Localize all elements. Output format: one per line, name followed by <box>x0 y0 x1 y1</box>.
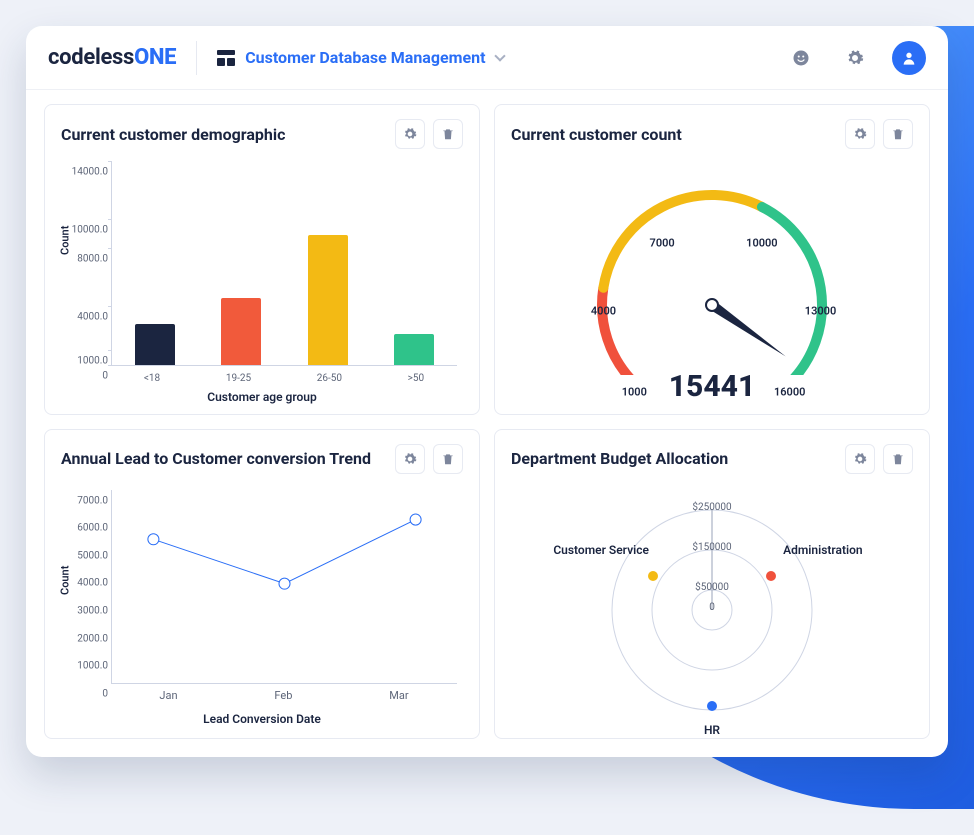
y-tick: 8000.0 <box>66 254 108 265</box>
smile-icon <box>792 49 810 67</box>
gear-icon <box>853 452 867 466</box>
card-count: Current customer count 15441 1000 4000 700… <box>494 104 930 415</box>
workspace-icon <box>217 50 235 66</box>
r-tick: $50000 <box>695 582 729 593</box>
y-tick: 1000.0 <box>66 355 108 366</box>
profile-button[interactable] <box>892 41 926 75</box>
bar-chart: Count 01000.04000.08000.010000.014000.0 … <box>61 155 463 406</box>
dashboard-grid: Current customer demographic Count 01000… <box>26 90 948 757</box>
y-tick: 0 <box>66 370 108 381</box>
card-title: Department Budget Allocation <box>511 449 837 468</box>
gear-icon <box>846 49 864 67</box>
x-axis-label: Lead Conversion Date <box>61 712 463 726</box>
y-tick: 5000.0 <box>66 550 108 561</box>
feedback-button[interactable] <box>784 41 818 75</box>
workspace-switcher[interactable]: Customer Database Management <box>217 48 503 67</box>
brand-part-b: ONE <box>134 45 176 70</box>
x-axis-label: Customer age group <box>61 390 463 404</box>
trash-icon <box>441 452 455 466</box>
card-title: Annual Lead to Customer conversion Trend <box>61 449 387 468</box>
gauge-tick: 16000 <box>774 385 805 398</box>
card-budget: Department Budget Allocation 0 $50000 $150… <box>494 429 930 740</box>
card-delete-button[interactable] <box>433 119 463 149</box>
polar-point <box>707 701 717 711</box>
card-demographic: Current customer demographic Count 01000… <box>44 104 480 415</box>
x-tick: Mar <box>389 689 408 702</box>
polar-point <box>766 571 776 581</box>
trash-icon <box>891 127 905 141</box>
card-settings-button[interactable] <box>845 119 875 149</box>
chevron-down-icon <box>494 50 505 61</box>
brand-part-a: codeless <box>48 45 134 70</box>
user-icon <box>901 50 917 66</box>
separator <box>196 41 197 75</box>
settings-button[interactable] <box>838 41 872 75</box>
polar-label: Administration <box>783 543 863 557</box>
y-tick: 1000.0 <box>66 661 108 672</box>
y-tick: 4000.0 <box>66 578 108 589</box>
y-tick: 7000.0 <box>66 495 108 506</box>
gauge-value: 15441 <box>669 369 756 404</box>
y-tick: 0 <box>66 689 108 700</box>
gauge-tick: 10000 <box>746 236 777 249</box>
brand-logo: codelessONE <box>48 45 176 70</box>
gear-icon <box>403 452 417 466</box>
polar-label: HR <box>704 723 720 737</box>
card-delete-button[interactable] <box>433 444 463 474</box>
gauge-tick: 1000 <box>622 385 647 398</box>
trash-icon <box>891 452 905 466</box>
card-title: Current customer demographic <box>61 125 387 144</box>
x-tick: 19-25 <box>226 373 251 384</box>
y-tick: 4000.0 <box>66 312 108 323</box>
gauge-tick: 4000 <box>591 305 616 318</box>
bar <box>221 298 261 365</box>
topbar: codelessONE Customer Database Management <box>26 26 948 90</box>
y-tick: 14000.0 <box>66 167 108 178</box>
bar <box>394 334 434 365</box>
gauge-tick: 13000 <box>805 305 836 318</box>
card-settings-button[interactable] <box>395 119 425 149</box>
r-tick: $150000 <box>692 542 731 553</box>
x-tick: >50 <box>408 373 424 384</box>
gauge-chart: 15441 1000 4000 7000 10000 13000 16000 <box>511 155 913 406</box>
r-tick: 0 <box>709 602 715 613</box>
x-tick: Jan <box>159 689 177 702</box>
y-tick: 3000.0 <box>66 606 108 617</box>
y-tick: 10000.0 <box>66 225 108 236</box>
r-tick: $250000 <box>692 502 731 513</box>
bar <box>135 324 175 365</box>
gear-icon <box>853 127 867 141</box>
y-tick: 6000.0 <box>66 523 108 534</box>
x-tick: 26-50 <box>317 373 342 384</box>
card-settings-button[interactable] <box>845 444 875 474</box>
card-delete-button[interactable] <box>883 444 913 474</box>
gauge-tick: 7000 <box>650 236 675 249</box>
polar-label: Customer Service <box>553 543 649 557</box>
x-tick: Feb <box>274 689 292 702</box>
trash-icon <box>441 127 455 141</box>
card-settings-button[interactable] <box>395 444 425 474</box>
y-tick: 2000.0 <box>66 633 108 644</box>
line-chart: Count 01000.02000.03000.04000.05000.0600… <box>61 480 463 731</box>
polar-point <box>648 571 658 581</box>
workspace-name: Customer Database Management <box>245 48 485 67</box>
polar-chart: 0 $50000 $150000 $250000 Customer Service Adm… <box>511 480 913 731</box>
bar <box>308 235 348 364</box>
card-title: Current customer count <box>511 125 837 144</box>
app-window: codelessONE Customer Database Management <box>26 26 948 757</box>
card-trend: Annual Lead to Customer conversion Trend… <box>44 429 480 740</box>
card-delete-button[interactable] <box>883 119 913 149</box>
gear-icon <box>403 127 417 141</box>
x-tick: <18 <box>144 373 160 384</box>
